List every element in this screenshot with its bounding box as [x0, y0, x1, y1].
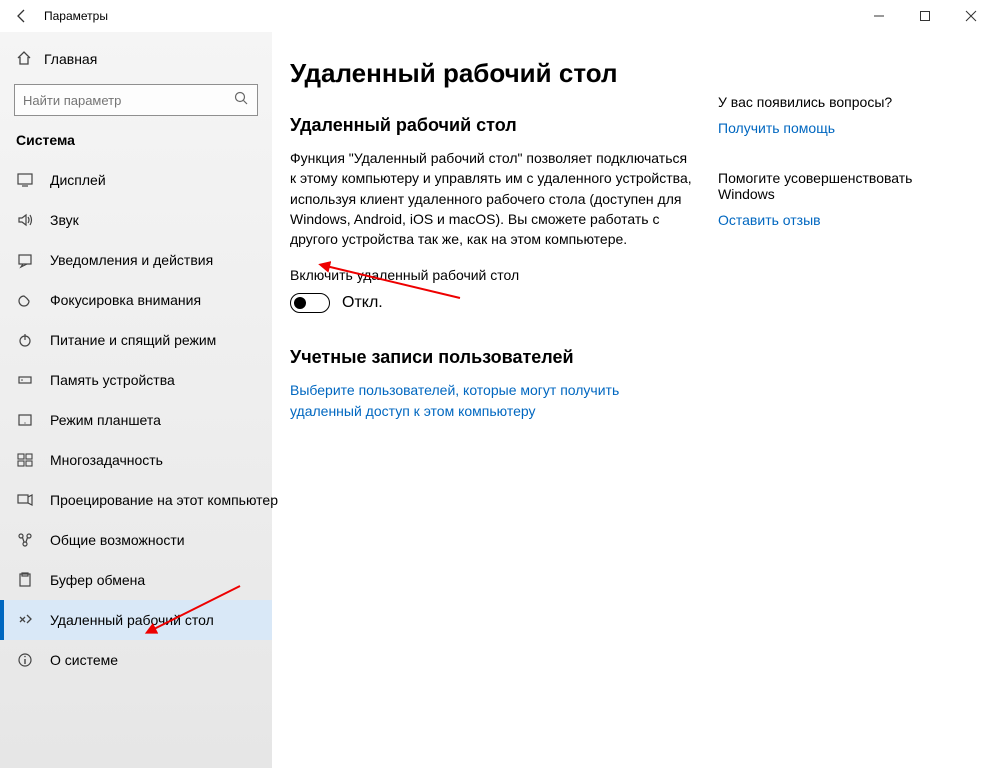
sound-icon [16, 211, 34, 229]
sidebar-item-label: Общие возможности [50, 532, 185, 548]
sidebar-item-label: Память устройства [50, 372, 175, 388]
sidebar-item-remote-desktop[interactable]: Удаленный рабочий стол [0, 600, 272, 640]
minimize-button[interactable] [856, 0, 902, 32]
toggle-label: Включить удаленный рабочий стол [290, 267, 694, 283]
back-button[interactable] [0, 0, 44, 32]
title-bar: Параметры [0, 0, 994, 32]
remote-desktop-icon [16, 611, 34, 629]
maximize-button[interactable] [902, 0, 948, 32]
sidebar-item-label: Питание и спящий режим [50, 332, 216, 348]
sidebar-item-label: Уведомления и действия [50, 252, 213, 268]
sidebar-item-shared[interactable]: Общие возможности [0, 520, 272, 560]
toggle-state-text: Откл. [342, 294, 383, 312]
sidebar-item-label: Многозадачность [50, 452, 163, 468]
help-question: У вас появились вопросы? [718, 94, 954, 110]
search-icon [233, 90, 249, 111]
home-label: Главная [44, 51, 97, 67]
main-area: Удаленный рабочий стол Удаленный рабочий… [272, 32, 994, 768]
sidebar-item-tablet[interactable]: Режим планшета [0, 400, 272, 440]
power-icon [16, 331, 34, 349]
sidebar-item-storage[interactable]: Память устройства [0, 360, 272, 400]
sidebar-item-power[interactable]: Питание и спящий режим [0, 320, 272, 360]
sidebar-item-multitask[interactable]: Многозадачность [0, 440, 272, 480]
page-title: Удаленный рабочий стол [290, 58, 694, 89]
section-remote-title: Удаленный рабочий стол [290, 115, 694, 136]
search-input[interactable] [23, 93, 233, 108]
content-column: Удаленный рабочий стол Удаленный рабочий… [290, 58, 694, 768]
help-aside: У вас появились вопросы? Получить помощь… [718, 58, 954, 768]
sidebar-item-display[interactable]: Дисплей [0, 160, 272, 200]
sidebar-item-label: Фокусировка внимания [50, 292, 201, 308]
sidebar-nav: Дисплей Звук Уведомления и действия Фоку… [0, 160, 272, 680]
sidebar-item-label: Дисплей [50, 172, 106, 188]
select-users-link[interactable]: Выберите пользователей, которые могут по… [290, 380, 694, 421]
notifications-icon [16, 251, 34, 269]
multitask-icon [16, 451, 34, 469]
sidebar-item-label: Проецирование на этот компьютер [50, 492, 278, 508]
feedback-link[interactable]: Оставить отзыв [718, 210, 821, 230]
display-icon [16, 171, 34, 189]
close-button[interactable] [948, 0, 994, 32]
toggle-row: Откл. [290, 293, 694, 313]
focus-icon [16, 291, 34, 309]
project-icon [16, 491, 34, 509]
sidebar-item-label: О системе [50, 652, 118, 668]
sidebar-item-notifications[interactable]: Уведомления и действия [0, 240, 272, 280]
feedback-question: Помогите усовершенствовать Windows [718, 170, 954, 202]
shared-icon [16, 531, 34, 549]
section-remote-description: Функция "Удаленный рабочий стол" позволя… [290, 148, 694, 249]
sidebar-item-label: Режим планшета [50, 412, 161, 428]
get-help-link[interactable]: Получить помощь [718, 118, 835, 138]
home-icon [16, 50, 32, 69]
sidebar: Главная Система Дисплей Звук Уведомления… [0, 32, 272, 768]
sidebar-item-sound[interactable]: Звук [0, 200, 272, 240]
storage-icon [16, 371, 34, 389]
tablet-icon [16, 411, 34, 429]
sidebar-item-focus[interactable]: Фокусировка внимания [0, 280, 272, 320]
sidebar-item-about[interactable]: О системе [0, 640, 272, 680]
sidebar-item-project[interactable]: Проецирование на этот компьютер [0, 480, 272, 520]
sidebar-item-label: Буфер обмена [50, 572, 145, 588]
sidebar-item-label: Звук [50, 212, 79, 228]
sidebar-section-title: Система [0, 130, 272, 160]
sidebar-item-clipboard[interactable]: Буфер обмена [0, 560, 272, 600]
remote-desktop-toggle[interactable] [290, 293, 330, 313]
window-controls [856, 0, 994, 32]
search-box[interactable] [14, 84, 258, 116]
clipboard-icon [16, 571, 34, 589]
window-title: Параметры [44, 9, 108, 23]
sidebar-item-label: Удаленный рабочий стол [50, 612, 214, 628]
home-link[interactable]: Главная [0, 40, 272, 78]
about-icon [16, 651, 34, 669]
section-users-title: Учетные записи пользователей [290, 347, 694, 368]
